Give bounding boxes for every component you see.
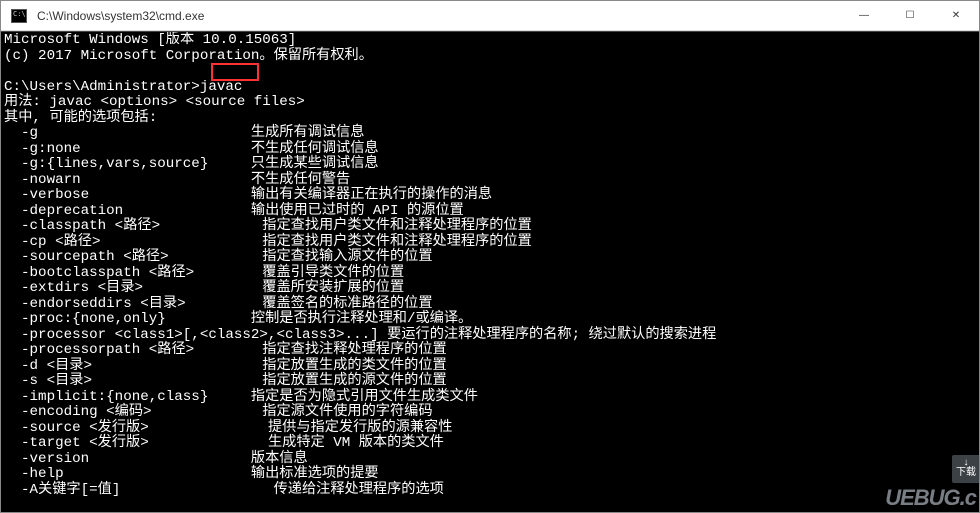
banner-line: (c) 2017 Microsoft Corporation。保留所有权利。	[4, 48, 373, 64]
titlebar[interactable]: C:\ C:\Windows\system32\cmd.exe — ☐ ✕	[1, 1, 979, 31]
option-row: -target <发行版> 生成特定 VM 版本的类文件	[4, 435, 444, 451]
option-row: -source <发行版> 提供与指定发行版的源兼容性	[4, 420, 452, 436]
option-row: -g:{lines,vars,source} 只生成某些调试信息	[4, 156, 379, 172]
option-row: -implicit:{none,class} 指定是否为隐式引用文件生成类文件	[4, 389, 478, 405]
cmd-icon: C:\	[11, 9, 27, 23]
option-row: -deprecation 输出使用已过时的 API 的源位置	[4, 203, 464, 219]
terminal-output[interactable]: Microsoft Windows [版本 10.0.15063] (c) 20…	[1, 31, 979, 512]
option-row: -g 生成所有调试信息	[4, 125, 364, 141]
option-row: -cp <路径> 指定查找用户类文件和注释处理程序的位置	[4, 234, 532, 250]
option-row: -help 输出标准选项的提要	[4, 466, 379, 482]
option-row: -proc:{none,only} 控制是否执行注释处理和/或编译。	[4, 311, 472, 327]
close-button[interactable]: ✕	[933, 1, 979, 31]
option-row: -endorseddirs <目录> 覆盖签名的标准路径的位置	[4, 296, 433, 312]
prompt: C:\Users\Administrator>	[4, 79, 200, 95]
command-text: javac	[200, 79, 243, 95]
options-header: 其中, 可能的选项包括:	[4, 110, 157, 126]
option-row: -version 版本信息	[4, 451, 308, 467]
minimize-button[interactable]: —	[841, 1, 887, 31]
window-controls: — ☐ ✕	[841, 1, 979, 31]
window-title: C:\Windows\system32\cmd.exe	[33, 9, 841, 23]
option-row: -classpath <路径> 指定查找用户类文件和注释处理程序的位置	[4, 218, 532, 234]
app-icon: C:\	[5, 2, 33, 30]
option-row: -g:none 不生成任何调试信息	[4, 141, 379, 157]
option-row: -extdirs <目录> 覆盖所安装扩展的位置	[4, 280, 404, 296]
option-row: -d <目录> 指定放置生成的类文件的位置	[4, 358, 447, 374]
usage-line: 用法: javac <options> <source files>	[4, 94, 305, 110]
cmd-window: C:\ C:\Windows\system32\cmd.exe — ☐ ✕ Mi…	[0, 0, 980, 513]
option-row: -s <目录> 指定放置生成的源文件的位置	[4, 373, 447, 389]
option-row: -encoding <编码> 指定源文件使用的字符编码	[4, 404, 433, 420]
option-row: -processor <class1>[,<class2>,<class3>..…	[4, 327, 716, 343]
option-row: -nowarn 不生成任何警告	[4, 172, 350, 188]
option-row: -processorpath <路径> 指定查找注释处理程序的位置	[4, 342, 447, 358]
maximize-button[interactable]: ☐	[887, 1, 933, 31]
option-row: -verbose 输出有关编译器正在执行的操作的消息	[4, 187, 492, 203]
option-row: -sourcepath <路径> 指定查找输入源文件的位置	[4, 249, 433, 265]
option-row: -bootclasspath <路径> 覆盖引导类文件的位置	[4, 265, 404, 281]
option-row: -A关键字[=值] 传递给注释处理程序的选项	[4, 482, 444, 498]
banner-line: Microsoft Windows [版本 10.0.15063]	[4, 32, 296, 48]
